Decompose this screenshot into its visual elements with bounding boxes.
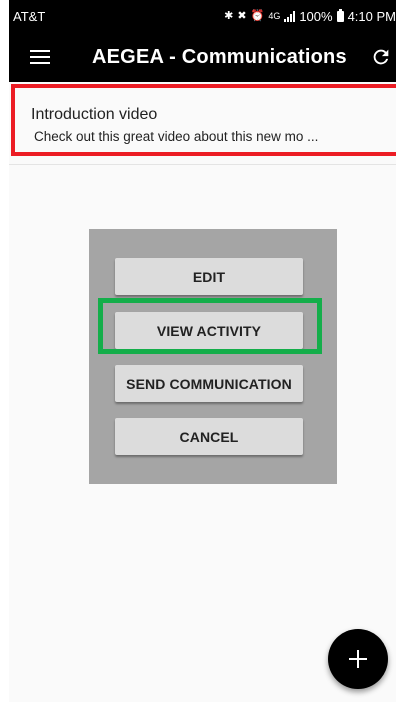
mute-icon: ✖	[237, 10, 247, 22]
hamburger-menu-icon[interactable]	[30, 50, 50, 64]
action-dialog: EDIT VIEW ACTIVITY SEND COMMUNICATION CA…	[89, 229, 337, 484]
phone-screen: AT&T ✱ ✖ ⏰ 4G 100% 4:10 PM AEGEA - Commu…	[9, 0, 396, 702]
app-bar: AEGEA - Communications	[9, 34, 396, 82]
carrier-label: AT&T	[13, 9, 46, 24]
plus-icon	[349, 650, 367, 668]
lte-icon: 4G	[268, 11, 281, 21]
bluetooth-icon: ✱	[224, 10, 234, 22]
add-button[interactable]	[328, 629, 388, 689]
refresh-icon[interactable]	[370, 46, 392, 68]
alarm-icon: ⏰	[250, 10, 265, 22]
list-item-subtitle: Check out this great video about this ne…	[34, 129, 319, 144]
battery-percent: 100%	[299, 9, 333, 24]
clock-time: 4:10 PM	[347, 9, 396, 24]
view-activity-button[interactable]: VIEW ACTIVITY	[115, 312, 303, 349]
page-title: AEGEA - Communications	[92, 46, 347, 68]
send-communication-button[interactable]: SEND COMMUNICATION	[115, 365, 303, 402]
status-icons: ✱ ✖ ⏰ 4G 100% 4:10 PM	[224, 9, 396, 24]
edit-button[interactable]: EDIT	[115, 258, 303, 295]
status-bar: AT&T ✱ ✖ ⏰ 4G 100% 4:10 PM	[9, 0, 396, 34]
signal-icon	[284, 11, 296, 22]
list-item[interactable]: Introduction video Check out this great …	[9, 84, 396, 165]
cancel-button[interactable]: CANCEL	[115, 418, 303, 455]
battery-icon	[336, 9, 344, 22]
list-item-title: Introduction video	[31, 106, 158, 123]
